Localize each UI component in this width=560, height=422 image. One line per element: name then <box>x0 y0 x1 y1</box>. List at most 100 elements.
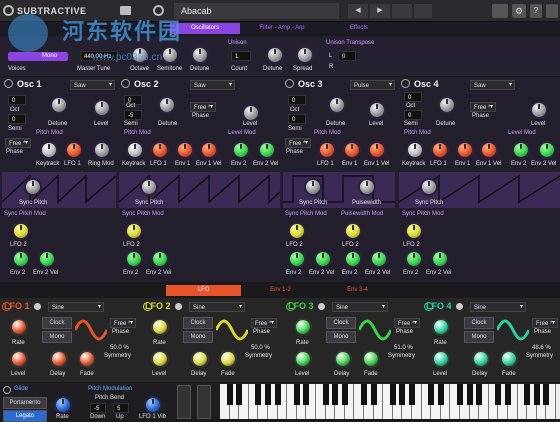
black-key[interactable] <box>409 384 415 405</box>
unison-detune-knob[interactable] <box>268 48 282 62</box>
black-key[interactable] <box>341 384 348 405</box>
osc3-pw-env2vel-knob[interactable] <box>372 252 386 266</box>
next-preset-button[interactable]: ▶ <box>370 4 390 18</box>
legato-button[interactable]: Legato <box>3 410 47 422</box>
tab-env-3-4[interactable]: Env 3-4 <box>320 285 395 296</box>
lfo2-wave-select[interactable]: Sine <box>189 302 245 312</box>
lfo1-clock-button[interactable]: Clock <box>42 317 72 329</box>
grid-icon[interactable] <box>492 4 508 18</box>
osc4-detune-knob[interactable] <box>440 98 454 112</box>
lfo1-level-knob[interactable] <box>12 352 26 366</box>
osc2-env2bvel-knob[interactable] <box>153 252 167 266</box>
spread-knob[interactable] <box>298 48 312 62</box>
osc4-env2vel-knob[interactable] <box>540 143 554 157</box>
lfo3-phase-select[interactable]: Free * <box>394 318 420 328</box>
osc4-wave-select[interactable]: Saw <box>470 80 515 90</box>
osc2-level-knob[interactable] <box>244 106 258 120</box>
lfo4-level-knob[interactable] <box>434 352 448 366</box>
black-key[interactable] <box>361 384 367 405</box>
gear-icon[interactable]: ⚙ <box>512 4 526 18</box>
osc1-level-knob[interactable] <box>95 101 109 115</box>
resize-icon[interactable] <box>546 4 558 18</box>
lfo4-wave-select[interactable]: Sine <box>470 302 526 312</box>
lfo4-mono-button[interactable]: Mono <box>464 331 494 343</box>
voices-mono-toggle[interactable] <box>8 52 68 61</box>
osc4-keytrack-knob[interactable] <box>408 143 422 157</box>
lfo2-fade-knob[interactable] <box>221 352 235 366</box>
black-key[interactable] <box>274 384 281 405</box>
lfo4-symmetry-value[interactable]: 48.6 % <box>532 345 551 351</box>
help-icon[interactable]: ? <box>530 4 542 18</box>
black-key[interactable] <box>389 384 396 405</box>
menu-button[interactable] <box>414 4 432 18</box>
osc2-semi-field[interactable]: -5 <box>124 110 142 120</box>
tab-env-1-2[interactable]: Env 1-2 <box>243 285 318 296</box>
lfo3-clock-button[interactable]: Clock <box>326 317 356 329</box>
osc1-lfo1-knob[interactable] <box>67 143 81 157</box>
osc3-semi-field[interactable]: 0 <box>288 114 306 124</box>
black-key[interactable] <box>524 384 531 405</box>
lfo3-rate-knob[interactable] <box>296 320 310 334</box>
osc3-pw-lfo2-knob[interactable] <box>346 224 360 238</box>
osc2-env2b-knob[interactable] <box>127 252 141 266</box>
osc4-lfo1-knob[interactable] <box>433 143 447 157</box>
lfo1-wave-select[interactable]: Sine <box>48 302 104 312</box>
black-key[interactable] <box>437 384 444 405</box>
osc3-sync-pitch-knob[interactable] <box>306 180 320 194</box>
save-preset-button[interactable] <box>392 4 412 18</box>
transpose-l-field[interactable]: 0 <box>338 51 356 61</box>
osc4-semi-field[interactable]: 0 <box>404 110 422 120</box>
lfo3-sync-dot[interactable] <box>318 303 325 310</box>
black-key[interactable] <box>226 384 233 405</box>
osc4-power-icon[interactable] <box>401 79 410 88</box>
lfo1-symmetry-value[interactable]: 50.0 % <box>110 345 129 351</box>
lfo4-phase-select[interactable]: Free * <box>532 318 558 328</box>
lfo1-sync-dot[interactable] <box>34 303 41 310</box>
osc2-lfo2-knob[interactable] <box>127 224 141 238</box>
black-key[interactable] <box>495 384 502 405</box>
unison-count-field[interactable]: 1 <box>231 51 251 61</box>
osc1-lfo2-knob[interactable] <box>14 224 28 238</box>
black-key[interactable] <box>399 384 406 405</box>
black-key[interactable] <box>466 384 473 405</box>
black-key[interactable] <box>255 384 262 405</box>
glide-rate-knob[interactable] <box>56 398 70 412</box>
black-key[interactable] <box>303 384 310 405</box>
tab-effects[interactable]: Effects <box>324 23 394 34</box>
lfo2-phase-select[interactable]: Free * <box>251 318 277 328</box>
osc1-wave-select[interactable]: Saw <box>70 80 115 90</box>
osc1-oct-field[interactable]: 0 <box>8 95 26 105</box>
pitch-bend-down-field[interactable]: -5 <box>90 403 106 413</box>
lfo2-symmetry-value[interactable]: 50.0 % <box>251 345 270 351</box>
black-key[interactable] <box>457 384 463 405</box>
osc4-env2-knob[interactable] <box>514 143 528 157</box>
osc3-lfo2-knob[interactable] <box>290 224 304 238</box>
osc3-pulsewidth-knob[interactable] <box>360 180 374 194</box>
osc4-env1vel-knob[interactable] <box>482 143 496 157</box>
lfo1-mono-button[interactable]: Mono <box>42 331 72 343</box>
osc3-env1-knob[interactable] <box>345 143 359 157</box>
lfo2-rate-knob[interactable] <box>153 320 167 334</box>
osc1-ringmod-knob[interactable] <box>95 143 109 157</box>
osc3-env2vel-knob[interactable] <box>316 252 330 266</box>
osc3-phase-select[interactable]: Free * <box>285 138 311 148</box>
lfo4-clock-button[interactable]: Clock <box>464 317 494 329</box>
osc3-wave-select[interactable]: Pulse <box>350 80 395 90</box>
pitch-wheel[interactable] <box>177 385 191 419</box>
lfo4-fade-knob[interactable] <box>502 352 516 366</box>
osc4-sync-pitch-knob[interactable] <box>422 180 436 194</box>
osc4-level-knob[interactable] <box>532 103 546 117</box>
osc3-lfo1-knob[interactable] <box>320 143 334 157</box>
black-key[interactable] <box>265 384 271 405</box>
portamento-button[interactable]: Portamento <box>3 397 47 409</box>
lfo1-vib-knob[interactable] <box>146 398 160 412</box>
black-key[interactable] <box>476 384 483 405</box>
osc2-env1-knob[interactable] <box>178 143 192 157</box>
osc1-detune-knob[interactable] <box>52 98 66 112</box>
osc3-pw-env2-knob[interactable] <box>346 252 360 266</box>
lfo1-fade-knob[interactable] <box>80 352 94 366</box>
osc4-oct-field[interactable]: 0 <box>404 92 422 102</box>
lfo3-fade-knob[interactable] <box>364 352 378 366</box>
tab-lfo[interactable]: LFO <box>166 285 241 296</box>
black-key[interactable] <box>533 384 540 405</box>
